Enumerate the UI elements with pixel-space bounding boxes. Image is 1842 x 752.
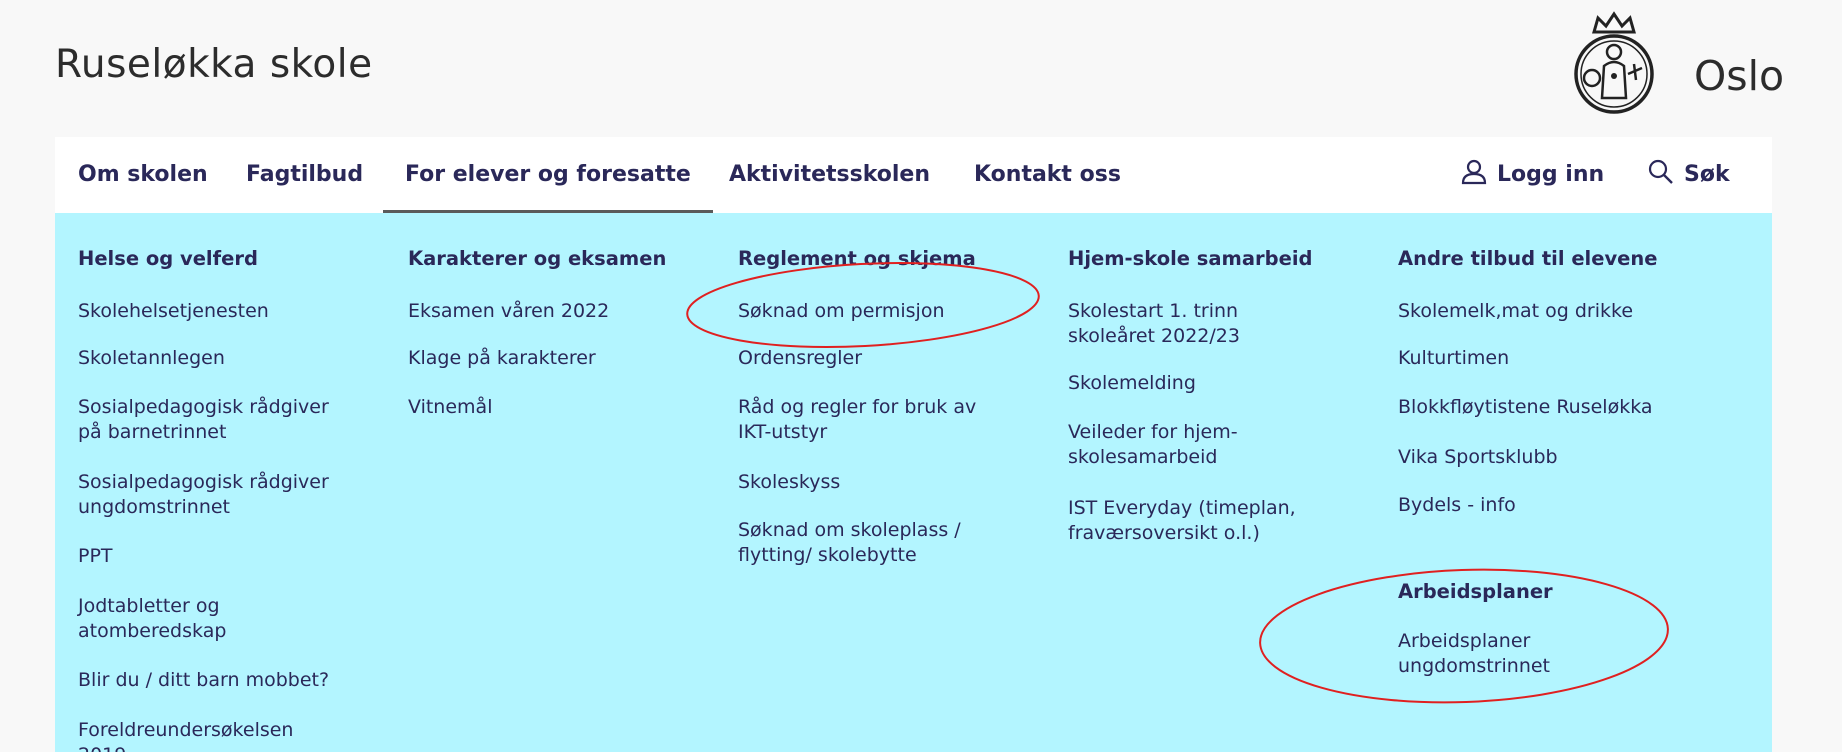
menu-link[interactable]: Eksamen våren 2022 [408,299,609,324]
menu-link[interactable]: Arbeidsplaner ungdomstrinnet [1398,629,1550,679]
site-title[interactable]: Ruseløkka skole [55,42,373,87]
column-heading: Helse og velferd [78,247,258,270]
menu-link[interactable]: Søknad om skoleplass / flytting/ skoleby… [738,518,961,568]
menu-link[interactable]: Vika Sportsklubb [1398,445,1558,470]
user-icon [1461,159,1487,185]
menu-link[interactable]: Skolestart 1. trinn skoleåret 2022/23 [1068,299,1240,349]
nav-for-elever-og-foresatte[interactable]: For elever og foresatte [383,137,713,213]
column-heading: Hjem-skole samarbeid [1068,247,1313,270]
menu-link[interactable]: Veileder for hjem- skolesamarbeid [1068,420,1238,470]
nav-aktivitetsskolen[interactable]: Aktivitetsskolen [729,137,930,213]
menu-link[interactable]: Kulturtimen [1398,346,1509,371]
menu-link[interactable]: Foreldreundersøkelsen 2019 [78,718,293,752]
logo-text: Oslo [1694,52,1785,100]
column-heading: Karakterer og eksamen [408,247,667,270]
menu-link[interactable]: PPT [78,544,113,569]
menu-link[interactable]: Skolehelsetjenesten [78,299,269,324]
menu-link[interactable]: IST Everyday (timeplan, fraværsoversikt … [1068,496,1296,546]
oslo-seal-icon [1574,11,1654,114]
menu-link[interactable]: Sosialpedagogisk rådgiver ungdomstrinnet [78,470,329,520]
login-button[interactable]: Logg inn [1461,137,1604,213]
menu-link[interactable]: Klage på karakterer [408,346,596,371]
menu-link[interactable]: Blokkfløytistene Ruseløkka [1398,395,1653,420]
oslo-logo[interactable]: Oslo [1570,8,1842,118]
menu-link[interactable]: Skoleskyss [738,470,840,495]
search-button[interactable]: Søk [1648,137,1730,213]
menu-link[interactable]: Bydels - info [1398,493,1516,518]
menu-link[interactable]: Sosialpedagogisk rådgiver på barnetrinne… [78,395,329,445]
menu-link[interactable]: Blir du / ditt barn mobbet? [78,668,329,693]
nav-fagtilbud[interactable]: Fagtilbud [246,137,363,213]
menu-link[interactable]: Skolemelk,mat og drikke [1398,299,1633,324]
nav-kontakt-oss[interactable]: Kontakt oss [974,137,1121,213]
column-subheading: Arbeidsplaner [1398,580,1553,603]
main-navigation: Om skolen Fagtilbud For elever og foresa… [55,137,1772,213]
search-label: Søk [1684,162,1730,187]
menu-link[interactable]: Skolemelding [1068,371,1196,396]
menu-link[interactable]: Jodtabletter og atomberedskap [78,594,226,644]
menu-link[interactable]: Ordensregler [738,346,862,371]
menu-link[interactable]: Skoletannlegen [78,346,225,371]
page: Ruseløkka skole Oslo Om skolen Fagtilbud… [0,0,1842,752]
menu-link[interactable]: Vitnemål [408,395,492,420]
nav-om-skolen[interactable]: Om skolen [78,137,208,213]
column-heading: Reglement og skjema [738,247,976,270]
menu-link[interactable]: Råd og regler for bruk av IKT-utstyr [738,395,976,445]
search-icon [1648,159,1673,184]
menu-link[interactable]: Søknad om permisjon [738,299,945,324]
mega-menu: Helse og velferd Skolehelsetjenesten Sko… [55,213,1772,752]
column-heading: Andre tilbud til elevene [1398,247,1658,270]
login-label: Logg inn [1497,162,1605,187]
